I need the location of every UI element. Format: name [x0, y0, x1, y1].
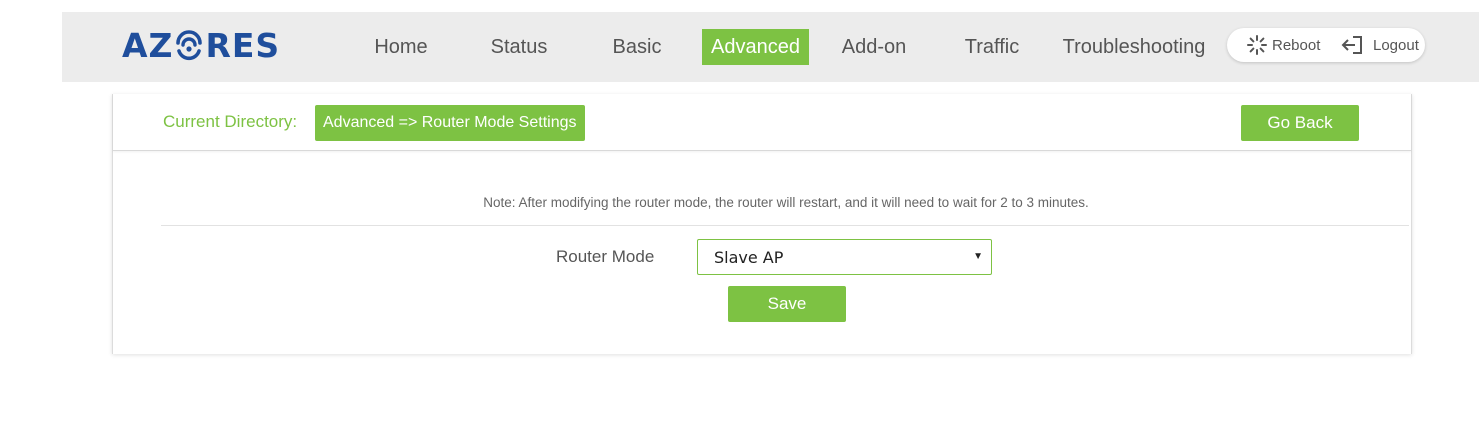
nav-advanced[interactable]: Advanced — [702, 29, 809, 65]
nav-basic[interactable]: Basic — [600, 29, 674, 65]
logo-text-suffix: RES — [205, 25, 281, 65]
divider — [161, 225, 1409, 226]
settings-panel: Current Directory: Advanced => Router Mo… — [112, 94, 1412, 354]
router-mode-label: Router Mode — [556, 247, 655, 266]
nav-troubleshooting[interactable]: Troubleshooting — [1054, 29, 1214, 65]
reboot-button[interactable]: Reboot — [1246, 28, 1320, 62]
panel-header: Current Directory: Advanced => Router Mo… — [113, 94, 1411, 151]
logo-text-prefix: AZ — [122, 25, 174, 65]
reboot-label: Reboot — [1272, 36, 1321, 54]
router-mode-select[interactable]: Slave AP ▼ — [697, 239, 992, 275]
router-mode-value: Slave AP — [714, 248, 784, 267]
current-directory-label: Current Directory: — [163, 112, 298, 131]
current-directory-value: Advanced => Router Mode Settings — [315, 105, 585, 141]
caret-down-icon: ▼ — [973, 251, 983, 262]
logout-label: Logout — [1373, 36, 1419, 54]
nav-traffic[interactable]: Traffic — [952, 29, 1032, 65]
header-actions: Reboot Logout — [1227, 28, 1425, 62]
restart-note: Note: After modifying the router mode, t… — [483, 195, 1089, 210]
azores-logo: AZ RES — [122, 25, 281, 65]
go-back-button[interactable]: Go Back — [1241, 105, 1359, 141]
logout-icon — [1341, 36, 1362, 54]
nav-add-on[interactable]: Add-on — [830, 29, 918, 65]
save-button[interactable]: Save — [728, 286, 846, 322]
loading-spinner-icon — [1247, 35, 1267, 55]
logout-button[interactable]: Logout — [1341, 28, 1419, 62]
wifi-logo-icon — [176, 30, 203, 61]
nav-status[interactable]: Status — [478, 29, 560, 65]
nav-home[interactable]: Home — [362, 29, 440, 65]
